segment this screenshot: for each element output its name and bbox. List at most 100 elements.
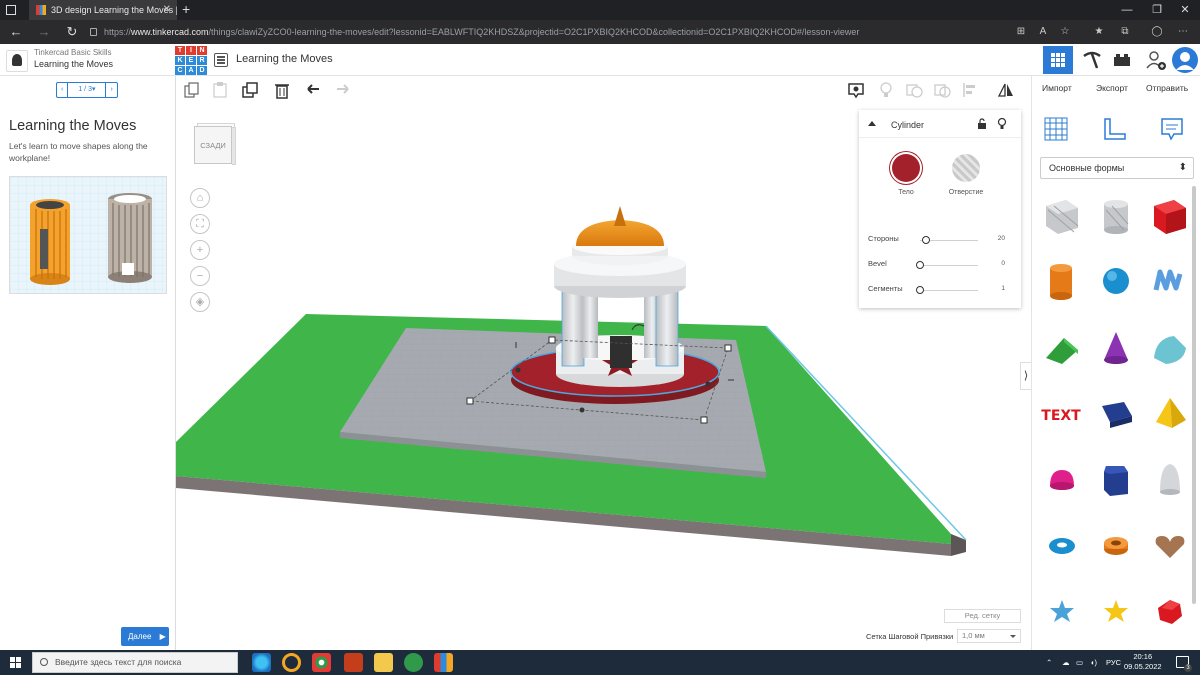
prop-value[interactable]: 0	[1001, 260, 1005, 267]
zoom-out-icon[interactable]: −	[190, 266, 210, 286]
close-window-icon[interactable]: ✕	[1170, 0, 1200, 20]
url-field[interactable]: https://www.tinkercad.com/things/clawiZy…	[104, 24, 859, 40]
volume-icon[interactable]: ◖)	[1090, 650, 1097, 675]
ruler-icon[interactable]	[1102, 116, 1128, 142]
pyramid-icon[interactable]	[1142, 386, 1196, 440]
app-available-icon[interactable]: ⊞	[1014, 25, 1028, 39]
user-avatar[interactable]	[1170, 46, 1200, 74]
language-indicator[interactable]: РУС	[1106, 650, 1121, 675]
forward-icon[interactable]: →	[34, 22, 54, 42]
browser-tab[interactable]: 3D design Learning the Moves | ✕	[29, 0, 177, 20]
zoom-in-icon[interactable]: +	[190, 240, 210, 260]
send-button[interactable]: Отправить	[1146, 83, 1188, 93]
notes-icon[interactable]	[1159, 116, 1185, 142]
inspector-header[interactable]: Cylinder	[859, 110, 1021, 138]
favorites-icon[interactable]: ★	[1092, 25, 1106, 39]
prop-value[interactable]: 1	[1001, 285, 1005, 292]
ungroup-icon[interactable]	[932, 80, 952, 100]
next-button[interactable]: Далее ▶	[121, 627, 169, 646]
edge-app-icon[interactable]	[252, 653, 271, 672]
collapse-panel-icon[interactable]: ⟩	[1020, 362, 1031, 390]
design-menu-icon[interactable]	[214, 53, 228, 67]
snap-grid-select[interactable]: 1,0 мм	[957, 629, 1021, 643]
windows-start-icon[interactable]	[10, 657, 22, 669]
paste-icon[interactable]	[210, 80, 230, 100]
edit-grid-button[interactable]: Ред. сетку	[944, 609, 1021, 623]
roof-icon[interactable]	[1034, 320, 1088, 374]
duplicate-icon[interactable]	[240, 80, 260, 100]
restore-icon[interactable]: ❐	[1142, 0, 1172, 20]
back-icon[interactable]: ←	[6, 22, 26, 42]
sphere-icon[interactable]	[1088, 254, 1142, 308]
step-indicator[interactable]: 1 / 3▾	[67, 83, 107, 97]
slider-knob[interactable]	[916, 261, 924, 269]
blocks-button[interactable]	[1077, 46, 1107, 74]
bricks-button[interactable]	[1107, 46, 1137, 74]
read-aloud-icon[interactable]: A	[1036, 25, 1050, 39]
notifications-icon[interactable]: 3	[1176, 656, 1192, 672]
shapes-scrollbar[interactable]	[1192, 186, 1196, 604]
tinkercad-taskbar-icon[interactable]	[434, 653, 453, 672]
cylinder-icon[interactable]	[1034, 254, 1088, 308]
undo-icon[interactable]	[304, 80, 324, 100]
cloud-icon[interactable]: ☁	[1062, 650, 1070, 675]
light-bulb-icon[interactable]	[997, 118, 1007, 130]
messenger-app-icon[interactable]	[404, 653, 423, 672]
close-tab-icon[interactable]: ✕	[163, 0, 171, 20]
star-yellow-icon[interactable]	[1088, 584, 1142, 638]
tinkercad-logo[interactable]: T I N K E R C A D	[175, 46, 207, 75]
prev-step-icon[interactable]: ‹	[57, 83, 67, 97]
taskbar-search[interactable]: Введите здесь текст для поиска	[32, 652, 238, 673]
design-title[interactable]: Learning the Moves	[236, 53, 333, 65]
align-icon[interactable]	[960, 80, 980, 100]
copy-icon[interactable]	[182, 80, 202, 100]
heart-icon[interactable]	[1142, 518, 1196, 572]
star-icon[interactable]	[1034, 584, 1088, 638]
minimize-icon[interactable]: —	[1112, 0, 1142, 20]
new-tab-icon[interactable]: +	[182, 0, 190, 19]
slider-knob[interactable]	[921, 236, 930, 244]
prop-value[interactable]: 20	[998, 235, 1005, 242]
invite-button[interactable]	[1140, 46, 1170, 74]
tube-icon[interactable]	[1088, 518, 1142, 572]
fit-view-icon[interactable]: ⛶	[190, 214, 210, 234]
round-roof-icon[interactable]	[1142, 320, 1196, 374]
solid-color-swatch[interactable]	[892, 154, 920, 182]
slider-knob[interactable]	[916, 286, 924, 294]
powerpoint-app-icon[interactable]	[344, 653, 363, 672]
perspective-icon[interactable]: ◈	[190, 292, 210, 312]
delete-icon[interactable]	[272, 80, 292, 100]
browser-app-icon[interactable]	[282, 653, 301, 672]
wedge-icon[interactable]	[1088, 386, 1142, 440]
redo-icon[interactable]	[332, 80, 352, 100]
add-favorite-icon[interactable]: ☆	[1058, 25, 1072, 39]
box-icon[interactable]	[1142, 188, 1196, 242]
box-hole-icon[interactable]	[1034, 188, 1088, 242]
collections-icon[interactable]: ⧉	[1118, 25, 1132, 39]
slider-track[interactable]	[920, 290, 978, 291]
paraboloid-icon[interactable]	[1142, 452, 1196, 506]
profile-icon[interactable]: ◯	[1150, 25, 1164, 39]
export-button[interactable]: Экспорт	[1096, 83, 1128, 93]
unlock-icon[interactable]	[977, 118, 987, 130]
gem-icon[interactable]	[1142, 584, 1196, 638]
mirror-icon[interactable]	[996, 80, 1016, 100]
slider-track[interactable]	[920, 265, 978, 266]
view-3d-button[interactable]	[1043, 46, 1073, 74]
tray-chevron-icon[interactable]: ⌃	[1046, 650, 1052, 675]
cone-icon[interactable]	[1088, 320, 1142, 374]
network-icon[interactable]: ▭	[1076, 650, 1083, 675]
import-button[interactable]: Импорт	[1042, 83, 1072, 93]
window-menu-icon[interactable]	[6, 5, 16, 15]
chrome-app-icon[interactable]	[312, 653, 331, 672]
lightbulb-icon[interactable]	[876, 80, 896, 100]
collapse-caret-icon[interactable]	[868, 121, 876, 126]
reload-icon[interactable]: ↻	[62, 22, 82, 42]
home-view-icon[interactable]: ⌂	[190, 188, 210, 208]
cylinder-hole-icon[interactable]	[1088, 188, 1142, 242]
scribble-icon[interactable]	[1142, 254, 1196, 308]
next-step-icon[interactable]: ›	[106, 83, 116, 97]
file-explorer-icon[interactable]	[374, 653, 393, 672]
view-cube-side[interactable]	[232, 127, 236, 165]
hole-swatch[interactable]	[952, 154, 980, 182]
